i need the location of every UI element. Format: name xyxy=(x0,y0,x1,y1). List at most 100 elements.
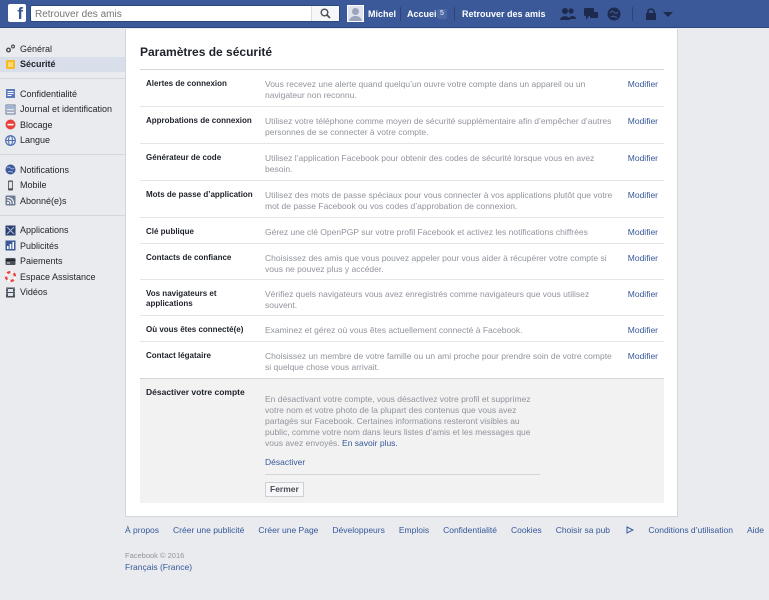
messages-icon[interactable] xyxy=(583,6,599,22)
setting-description: Utilisez l’application Facebook pour obt… xyxy=(265,153,595,174)
edit-link[interactable]: Modifier xyxy=(628,190,658,200)
sidebar-item-security[interactable]: Sécurité xyxy=(0,56,125,72)
sidebar-item-ads[interactable]: Publicités xyxy=(0,238,125,254)
sidebar-item-label: Vidéos xyxy=(20,287,48,298)
setting-label: Vos navigateurs et applications xyxy=(146,289,217,308)
footer-link-about[interactable]: À propos xyxy=(125,525,159,535)
setting-label: Approbations de connexion xyxy=(146,116,252,125)
setting-label: Générateur de code xyxy=(146,153,222,162)
sidebar-item-label: Applications xyxy=(20,225,69,236)
edit-link[interactable]: Modifier xyxy=(628,79,658,89)
film-icon xyxy=(6,287,15,298)
setting-description: Vous recevez une alerte quand quelqu’un … xyxy=(265,79,586,100)
setting-description: Utilisez des mots de passe spéciaux pour… xyxy=(265,190,613,211)
sidebar-item-label: Confidentialité xyxy=(20,88,78,99)
close-button[interactable]: Fermer xyxy=(265,482,304,497)
sidebar-item-notifications[interactable]: Notifications xyxy=(0,162,125,178)
setting-row-login-alerts[interactable]: Alertes de connexion Vous recevez une al… xyxy=(140,70,664,107)
globe-icon xyxy=(5,164,16,175)
setting-description: Vérifiez quels navigateurs vous avez enr… xyxy=(265,289,590,310)
edit-link[interactable]: Modifier xyxy=(628,325,658,335)
top-navigation-bar: f Michel Accueil 5 Retrouver des amis xyxy=(0,0,769,28)
divider xyxy=(265,474,540,475)
footer-link-adchoices[interactable]: Choisir sa pub xyxy=(556,525,635,535)
sidebar-item-language[interactable]: Langue xyxy=(0,133,125,149)
sidebar-item-label: Langue xyxy=(20,135,51,146)
setting-label: Clé publique xyxy=(146,227,194,236)
notifications-globe-icon[interactable] xyxy=(606,6,622,22)
setting-row-code-generator[interactable]: Générateur de code Utilisez l’applicatio… xyxy=(140,144,664,181)
section-title: Désactiver votre compte xyxy=(146,387,245,397)
find-friends-link[interactable]: Retrouver des amis xyxy=(462,9,546,19)
footer-link-cookies[interactable]: Cookies xyxy=(511,525,542,535)
footer-link-privacy[interactable]: Confidentialité xyxy=(443,525,497,535)
account-menu-icon[interactable] xyxy=(660,6,676,22)
gear-icon xyxy=(6,44,15,53)
sidebar-group: Applications Publicités Paiements Espace… xyxy=(0,222,125,307)
privacy-lock-icon[interactable] xyxy=(643,6,659,22)
search-input[interactable] xyxy=(35,7,305,21)
setting-row-app-passwords[interactable]: Mots de passe d’application Utilisez des… xyxy=(140,181,664,218)
setting-description: Examinez et gérez où vous êtes actuellem… xyxy=(265,325,523,335)
sidebar-item-payments[interactable]: Paiements xyxy=(0,254,125,270)
settings-list: Alertes de connexion Vous recevez une al… xyxy=(140,69,664,378)
nav-divider xyxy=(454,7,455,21)
edit-link[interactable]: Modifier xyxy=(628,116,658,126)
sidebar-item-timeline[interactable]: Journal et identification xyxy=(0,102,125,118)
footer-link-careers[interactable]: Emplois xyxy=(399,525,429,535)
setting-row-login-approvals[interactable]: Approbations de connexion Utilisez votre… xyxy=(140,107,664,144)
setting-label: Alertes de connexion xyxy=(146,79,227,88)
setting-row-legacy-contact[interactable]: Contact légataire Choisissez un membre d… xyxy=(140,342,664,378)
sidebar-item-label: Mobile xyxy=(20,180,47,191)
setting-row-trusted-contacts[interactable]: Contacts de confiance Choisissez des ami… xyxy=(140,244,664,280)
edit-link[interactable]: Modifier xyxy=(628,253,658,263)
language-link[interactable]: Français (France) xyxy=(125,562,192,572)
sidebar-item-blocking[interactable]: Blocage xyxy=(0,117,125,133)
setting-label: Où vous êtes connecté(e) xyxy=(146,325,244,334)
nav-divider xyxy=(632,7,633,21)
footer-link-help[interactable]: Aide xyxy=(747,525,764,535)
adchoices-icon xyxy=(626,526,635,534)
edit-link[interactable]: Modifier xyxy=(628,227,658,237)
timeline-icon xyxy=(5,104,16,115)
sidebar-item-label: Abonné(e)s xyxy=(20,195,67,206)
footer-link-create-ad[interactable]: Créer une publicité xyxy=(173,525,244,535)
footer-link-developers[interactable]: Développeurs xyxy=(332,525,384,535)
sidebar-item-label: Publicités xyxy=(20,240,59,251)
adchoices-label: Choisir sa pub xyxy=(555,525,611,535)
profile-name[interactable]: Michel xyxy=(368,9,396,19)
home-link[interactable]: Accueil xyxy=(407,9,439,19)
footer-link-create-page[interactable]: Créer une Page xyxy=(258,525,318,535)
sidebar-item-followers[interactable]: Abonné(e)s xyxy=(0,193,125,209)
sidebar-item-general[interactable]: Général xyxy=(0,41,125,57)
learn-more-link[interactable]: En savoir plus. xyxy=(342,438,398,448)
profile-link[interactable] xyxy=(347,5,368,22)
setting-row-where-logged-in[interactable]: Où vous êtes connecté(e) Examinez et gér… xyxy=(140,316,664,342)
setting-row-browsers-apps[interactable]: Vos navigateurs et applications Vérifiez… xyxy=(140,280,664,316)
sidebar-item-support[interactable]: Espace Assistance xyxy=(0,269,125,285)
facebook-logo[interactable]: f xyxy=(8,4,26,22)
friend-requests-icon[interactable] xyxy=(560,6,576,22)
edit-link[interactable]: Modifier xyxy=(628,351,658,361)
search-icon xyxy=(320,8,331,19)
search-button[interactable] xyxy=(311,6,339,21)
setting-row-public-key[interactable]: Clé publique Gérez une clé OpenPGP sur v… xyxy=(140,218,664,244)
rss-icon xyxy=(5,195,16,206)
sidebar-item-apps[interactable]: Applications xyxy=(0,223,125,239)
sidebar-item-mobile[interactable]: Mobile xyxy=(0,178,125,194)
avatar xyxy=(347,5,364,22)
sidebar-item-label: Blocage xyxy=(20,119,53,130)
sidebar-item-privacy[interactable]: Confidentialité xyxy=(0,86,125,102)
edit-link[interactable]: Modifier xyxy=(628,289,658,299)
footer-link-terms[interactable]: Conditions d’utilisation xyxy=(648,525,733,535)
sidebar-item-label: Journal et identification xyxy=(20,104,113,115)
sidebar-group: Confidentialité Journal et identificatio… xyxy=(0,85,125,155)
home-count-badge: 5 xyxy=(437,9,447,19)
lifebuoy-icon xyxy=(5,271,16,283)
mobile-icon xyxy=(8,180,13,191)
footer-links: À propos Créer une publicité Créer une P… xyxy=(125,525,765,535)
edit-link[interactable]: Modifier xyxy=(628,153,658,163)
setting-description: Utilisez votre téléphone comme moyen de … xyxy=(265,116,612,137)
deactivate-link[interactable]: Désactiver xyxy=(265,457,305,467)
sidebar-item-videos[interactable]: Vidéos xyxy=(0,285,125,301)
